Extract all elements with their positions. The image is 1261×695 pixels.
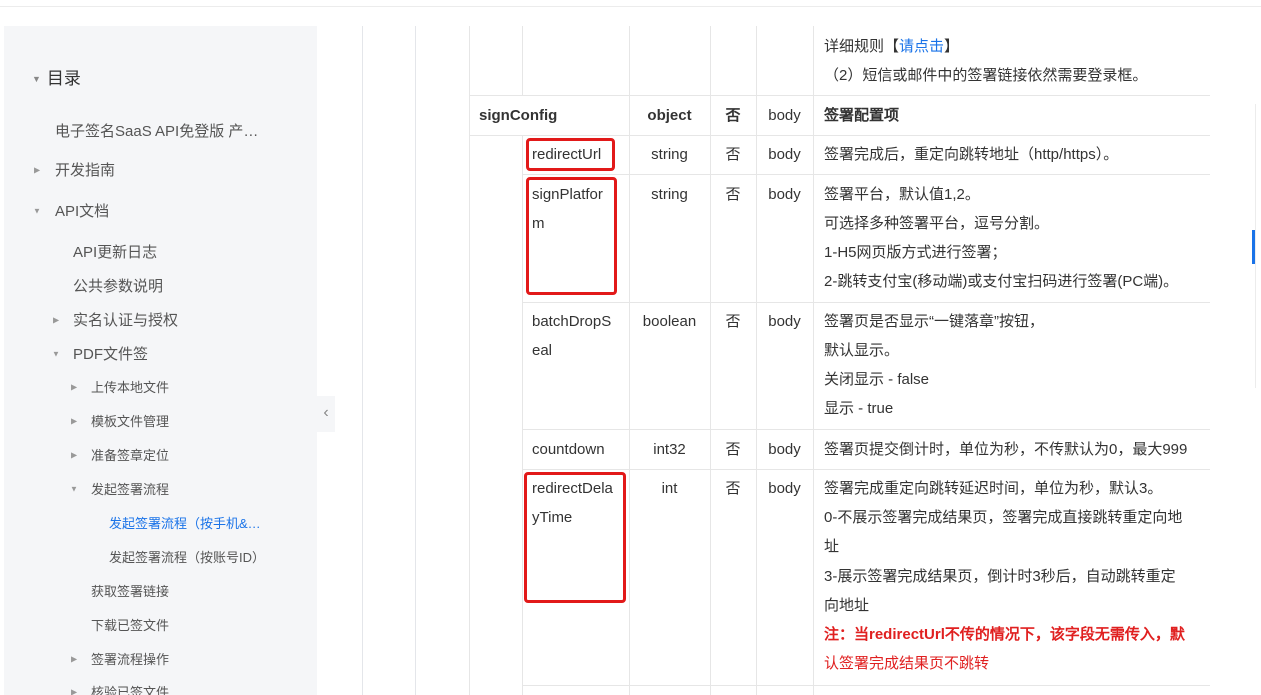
param-position: body <box>768 107 801 124</box>
toc-sidebar: ▼ 目录 电子签名SaaS API免登版 产… ▶ 开发指南 ▼ API文档 AP… <box>4 26 317 695</box>
detail-rules-link[interactable]: 请点击 <box>899 38 944 55</box>
sidebar-item-upload-file[interactable]: ▶ 上传本地文件 <box>71 377 169 396</box>
highlight-box-redirectdelaytime <box>524 472 626 603</box>
param-desc: 签署页提交倒计时，单位为秒，不传默认为0，最大999 <box>824 441 1188 458</box>
sidebar-item-start-flow-by-phone[interactable]: 发起签署流程（按手机&… <box>109 513 261 532</box>
param-type: string <box>651 186 688 203</box>
caret-right-icon: ▶ <box>71 654 78 663</box>
content-divider <box>362 26 363 695</box>
highlight-box-signplatform <box>526 177 617 295</box>
sidebar-item-common-params[interactable]: 公共参数说明 <box>73 275 163 296</box>
caret-down-icon: ▼ <box>70 484 78 493</box>
param-desc: 签署页是否显示“一键落章”按钮， <box>824 313 1044 330</box>
param-name: batchDropS <box>532 313 612 330</box>
param-type: object <box>647 107 692 124</box>
param-type: int <box>661 480 678 497</box>
toc-title-label: 目录 <box>46 69 81 88</box>
top-divider <box>0 6 1261 7</box>
caret-right-icon: ▶ <box>53 315 60 324</box>
param-desc: 3-展示签署完成结果页，倒计时3秒后，自动跳转重定 <box>824 568 1176 585</box>
sidebar-item-download-signed[interactable]: 下载已签文件 <box>91 615 169 634</box>
param-desc: 可选择多种签署平台，逗号分割。 <box>824 215 1050 232</box>
param-desc: 向地址 <box>824 597 870 614</box>
param-type: boolean <box>642 313 697 330</box>
param-desc: 2-跳转支付宝(移动端)或支付宝扫码进行签署(PC端)。 <box>824 273 1179 290</box>
caret-right-icon: ▶ <box>71 416 78 425</box>
param-required: 否 <box>725 146 741 163</box>
caret-down-icon: ▼ <box>33 206 41 215</box>
param-position: body <box>768 441 801 458</box>
scrollbar-thumb[interactable] <box>1252 230 1255 264</box>
caret-right-icon: ▶ <box>71 450 78 459</box>
sidebar-item-api-changelog[interactable]: API更新日志 <box>73 241 157 262</box>
sidebar-item-flow-ops[interactable]: ▶ 签署流程操作 <box>71 649 169 668</box>
param-name: countdown <box>532 441 605 458</box>
sidebar-item-get-sign-url[interactable]: 获取签署链接 <box>91 581 169 600</box>
param-type: int32 <box>653 441 686 458</box>
caret-right-icon: ▶ <box>71 687 78 695</box>
caret-right-icon: ▶ <box>34 165 41 174</box>
param-required: 否 <box>725 107 741 124</box>
param-desc: 签署完成重定向跳转延迟时间，单位为秒，默认3。 <box>824 480 1163 497</box>
param-note: 认签署完成结果页不跳转 <box>824 655 990 672</box>
param-desc: 签署完成后，重定向跳转地址（http/https）。 <box>824 146 1119 163</box>
desc-rules-line: 详细规则【请点击】 <box>824 38 960 55</box>
sidebar-item-start-flow-by-account[interactable]: 发起签署流程（按账号ID） <box>109 547 265 566</box>
param-desc: 签署平台，默认值1,2。 <box>824 186 980 203</box>
sidebar-item-pdf-sign[interactable]: ▼ PDF文件签 <box>52 343 148 364</box>
param-required: 否 <box>725 313 741 330</box>
param-table: 详细规则【请点击】 （2）短信或邮件中的签署链接依然需要登录框。 signCon… <box>469 26 1210 695</box>
sidebar-item-verify-signed[interactable]: ▶ 核验已签文件 <box>71 682 169 695</box>
chevron-left-icon: ‹ <box>323 404 329 421</box>
scrollbar-track[interactable] <box>1255 104 1256 388</box>
caret-down-icon: ▼ <box>52 349 60 358</box>
sidebar-item-dev-guide[interactable]: ▶ 开发指南 <box>34 159 115 180</box>
param-required: 否 <box>725 441 741 458</box>
sidebar-item-seal-position[interactable]: ▶ 准备签章定位 <box>71 445 169 464</box>
sidebar-collapse-button[interactable]: ‹ <box>317 396 335 432</box>
param-desc: 默认显示。 <box>824 342 900 359</box>
param-name: eal <box>532 342 553 359</box>
param-note: 注：当redirectUrl不传的情况下，该字段无需传入，默 <box>824 626 1185 643</box>
sidebar-item-api-docs[interactable]: ▼ API文档 <box>33 200 109 221</box>
param-desc: 0-不展示签署完成结果页，签署完成直接跳转重定向地 <box>824 509 1183 526</box>
desc-line: （2）短信或邮件中的签署链接依然需要登录框。 <box>824 67 1148 84</box>
sidebar-item-realname-auth[interactable]: ▶ 实名认证与授权 <box>53 309 178 330</box>
param-position: body <box>768 480 801 497</box>
param-desc: 关闭显示 - false <box>824 371 930 388</box>
caret-right-icon: ▶ <box>71 382 78 391</box>
highlight-box-redirecturl <box>526 138 615 171</box>
param-required: 否 <box>725 186 741 203</box>
content-divider <box>415 26 416 695</box>
sidebar-item-start-flow[interactable]: ▼ 发起签署流程 <box>70 479 169 498</box>
param-desc: 址 <box>824 538 840 555</box>
param-desc: 显示 - true <box>824 400 894 417</box>
caret-down-icon: ▼ <box>32 74 41 84</box>
param-name: signConfig <box>479 107 558 124</box>
sidebar-item-template-mgmt[interactable]: ▶ 模板文件管理 <box>71 411 169 430</box>
toc-title[interactable]: ▼ 目录 <box>32 64 81 89</box>
param-position: body <box>768 313 801 330</box>
param-required: 否 <box>725 480 741 497</box>
sidebar-item-intro[interactable]: 电子签名SaaS API免登版 产… <box>55 120 258 141</box>
param-position: body <box>768 146 801 163</box>
param-desc: 1-H5网页版方式进行签署； <box>824 244 1007 261</box>
param-position: body <box>768 186 801 203</box>
param-type: string <box>651 146 688 163</box>
param-desc: 签署配置项 <box>824 107 900 124</box>
